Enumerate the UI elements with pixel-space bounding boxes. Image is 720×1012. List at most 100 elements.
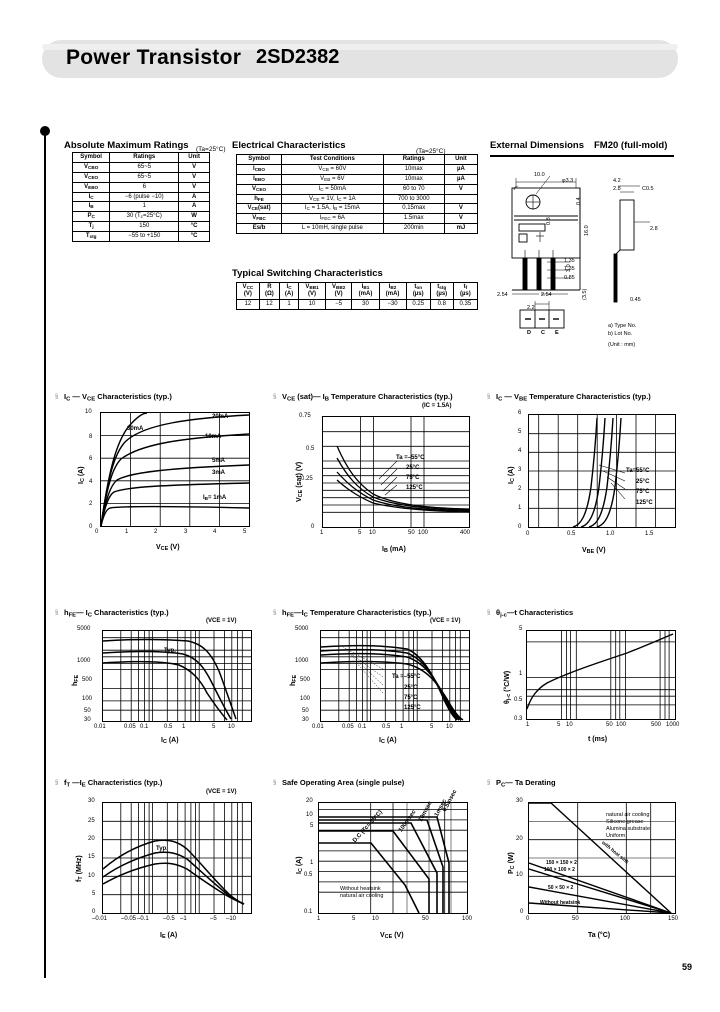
electrical-table: Symbol Test Conditions Ratings Unit ICBO…	[235, 154, 479, 235]
cell-symbol: VFBC	[235, 213, 283, 225]
cell-rating: 1	[109, 201, 180, 213]
cell-unit: A	[178, 201, 210, 213]
cell-rating: 1.5max	[382, 213, 445, 225]
th-symbol: Symbol	[71, 152, 111, 163]
cell-ib1: 30	[351, 298, 380, 310]
table-row: Tstg −55 to +150 °C	[71, 231, 210, 243]
cell-rating: 30 (Tc=25°C)	[109, 211, 180, 223]
chart-title: VCE (sat)— IB Temperature Characteristic…	[282, 392, 453, 402]
table-row: VFBC IFEC = 6A 1.5max V	[235, 213, 479, 225]
table-row: Tj 150 °C	[71, 221, 210, 233]
dim-28-top: 2.8	[613, 186, 621, 192]
cell-unit: V	[443, 203, 479, 215]
unit-note: (Unit : mm)	[608, 342, 636, 348]
cell-unit: °C	[178, 221, 210, 233]
dim-42: 4.2	[613, 178, 621, 184]
table-header-row: Symbol Ratings Unit	[71, 152, 210, 163]
dim-08: 0.8	[546, 217, 552, 225]
th-test-conditions: Test Conditions	[281, 154, 384, 165]
table-row: 12 12 1 10 −5 30 −30 0.25 0.8 0.35	[236, 298, 479, 310]
cell-vcc: 12	[236, 298, 260, 310]
switching-heading: Typical Switching Characteristics	[228, 266, 383, 281]
dim-pitch-2: 2.54	[541, 292, 552, 298]
chart-title: PC— Ta Derating	[496, 778, 556, 788]
table-row: VCEO 65~5 V	[71, 171, 210, 183]
cell-test-condition: IC = 1.5A, IB = 15mA	[281, 203, 384, 215]
cell-rating: 6	[109, 181, 180, 193]
table-row: IEBO VEB = 6V 10max µA	[235, 173, 479, 185]
plot-area	[526, 630, 676, 720]
cell-symbol: Tj	[71, 221, 111, 233]
margin-dot	[40, 126, 50, 136]
cell-symbol: VCEO	[71, 171, 111, 183]
cell-symbol: VCEO	[235, 183, 283, 195]
pcta-note-line3: Alumina substrate	[606, 826, 651, 832]
page-number: 59	[681, 962, 692, 972]
plot-area	[100, 412, 250, 527]
plot-area	[322, 416, 470, 528]
th-unit: Unit	[178, 152, 210, 163]
marking-note-b: b) Lot No.	[608, 331, 633, 337]
dim-body-height: 16.0	[584, 225, 590, 236]
cell-unit: A	[178, 191, 210, 203]
cell-symbol: IB	[71, 201, 111, 213]
th-ib1: IB1 (mA)	[351, 282, 380, 300]
dim-pitch-1: 2.54	[497, 292, 508, 298]
cell-rating: 60 to 70	[382, 183, 445, 195]
th-symbol: Symbol	[235, 154, 283, 165]
chart-title: fT —IE Characteristics (typ.)	[64, 778, 162, 788]
cell-rating: −55 to +150	[109, 231, 180, 243]
chart-title-text: Safe Operating Area (single pulse)	[282, 778, 405, 787]
chart-bullet-icon: §	[487, 394, 491, 400]
chart-condition: (VCE = 1V)	[206, 789, 237, 795]
page-title: Power Transistor	[66, 46, 242, 69]
dim-135b: 1.35	[564, 266, 575, 272]
chart-title: IC — VCE Characteristics (typ.)	[64, 392, 172, 402]
th-ton: ton (µs)	[405, 282, 431, 300]
chart-title: θj-c—t Characteristics	[496, 608, 573, 618]
cell-tstg: 0.8	[429, 298, 454, 310]
dim-lead-thickness: 0.45	[630, 297, 641, 303]
cell-test-condition: VCE = 1V, IC = 1A	[281, 193, 384, 205]
chart-condition: (IC = 1.5A)	[422, 403, 452, 409]
cell-unit: °C	[178, 231, 210, 243]
chart-title-text: hFE— IC Characteristics (typ.)	[64, 608, 169, 619]
table-header-row: Symbol Test Conditions Ratings Unit	[235, 154, 479, 165]
dim-135a: 1.35	[564, 258, 575, 264]
cell-unit: µA	[443, 173, 479, 185]
chart-title-text: IC — VCE Characteristics (typ.)	[64, 392, 172, 403]
pin-label-e: E	[555, 330, 559, 336]
cell-symbol: VCE(sat)	[235, 203, 283, 215]
cell-r: 12	[258, 298, 280, 310]
cell-rating: 65~5	[109, 161, 180, 173]
margin-rule	[44, 133, 46, 978]
table-row: hFE VCE = 1V, IC = 1A 700 to 3000	[235, 193, 479, 205]
cell-test-condition: L = 10mH, single pulse	[281, 223, 384, 235]
chart-bullet-icon: §	[55, 780, 59, 786]
chart-title: Safe Operating Area (single pulse)	[282, 778, 404, 787]
electrical-heading: Electrical Characteristics	[228, 138, 346, 153]
chart-bullet-icon: §	[273, 610, 277, 616]
table-row: IB 1 A	[71, 201, 210, 213]
cell-unit: V	[443, 213, 479, 225]
chart-bullet-icon: §	[55, 610, 59, 616]
table-row: VCEO IC = 50mA 60 to 70 V	[235, 183, 479, 195]
cell-ic: 1	[278, 298, 300, 310]
cell-unit: mJ	[443, 223, 479, 235]
th-r: R (Ω)	[258, 282, 280, 300]
table-row: VEBO 6 V	[71, 181, 210, 193]
pcta-note-line1: natural air cooling	[606, 812, 650, 818]
chart-soa: § Safe Operating Area (single pulse) 1 5…	[273, 778, 473, 941]
chart-title-text: hFE—IC Temperature Characteristics (typ.…	[282, 608, 432, 619]
dim-085: 0.85	[564, 275, 575, 281]
th-vbb1: VBB1 (V)	[298, 282, 326, 300]
th-ratings: Ratings	[109, 152, 180, 163]
cell-rating: 150	[109, 221, 180, 233]
chart-title-text: θj-c—t Characteristics	[496, 608, 574, 619]
chart-title: IC — VBE Temperature Characteristics (ty…	[496, 392, 651, 402]
cell-symbol: IC	[71, 191, 111, 203]
th-vbb2: VBB2 (V)	[324, 282, 353, 300]
abs-max-table: Symbol Ratings Unit VCBO 65~5 V VCEO 65~5 V VE…	[71, 152, 210, 243]
chart-title: hFE— IC Characteristics (typ.)	[64, 608, 169, 618]
cell-test-condition: VEB = 6V	[281, 173, 384, 185]
